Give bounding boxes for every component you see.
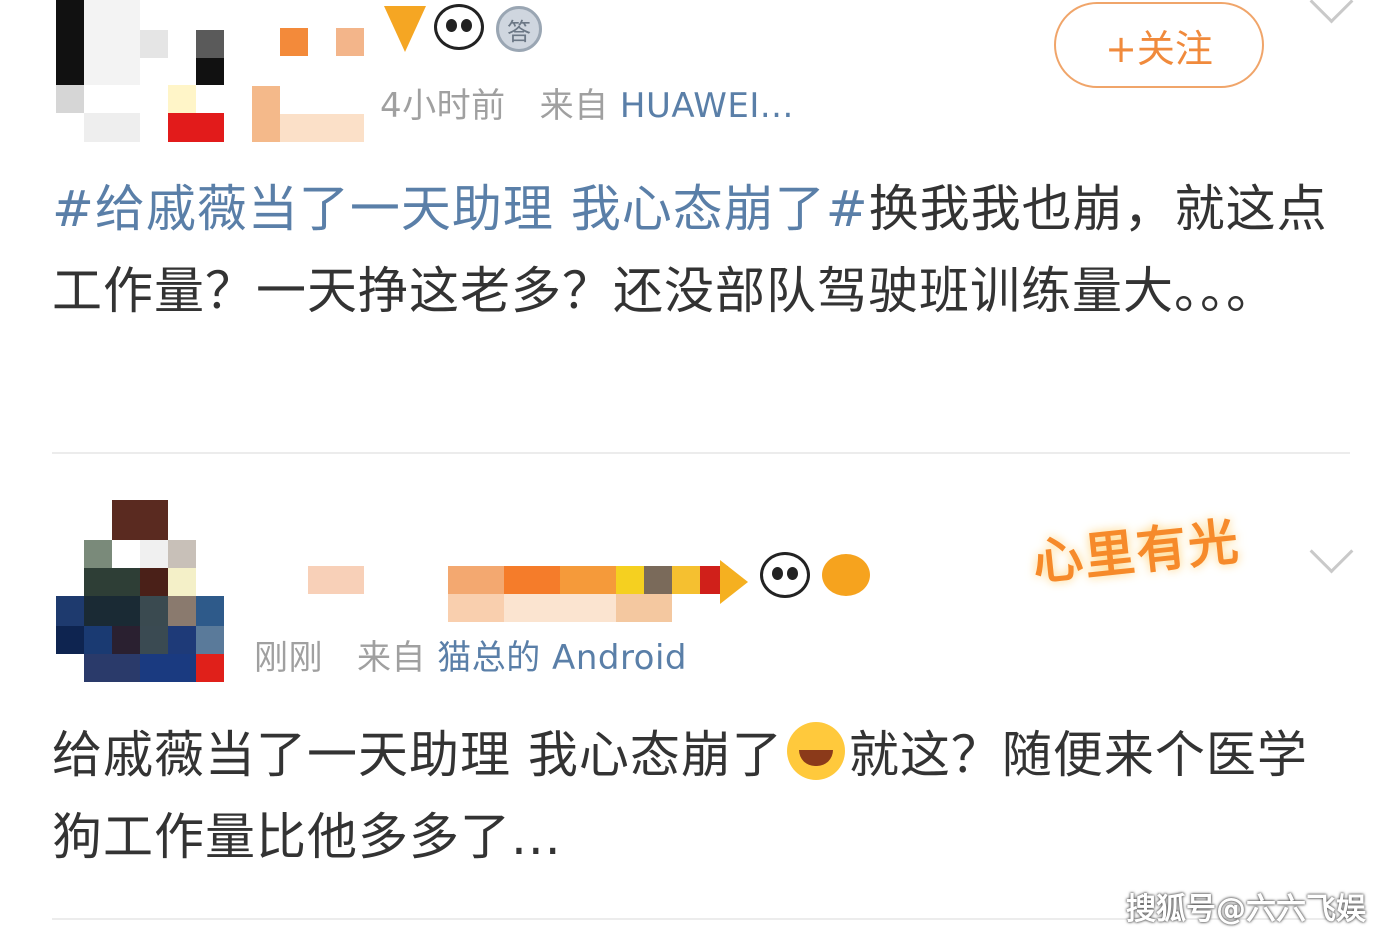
medal-icon: 答 bbox=[496, 6, 542, 52]
from-label: 来自 bbox=[539, 86, 609, 126]
fish-icon bbox=[822, 554, 870, 596]
laughing-crying-emoji-icon bbox=[786, 722, 845, 780]
follow-button[interactable]: +关注 bbox=[1054, 2, 1264, 88]
badge-label: 心里有光 bbox=[1029, 512, 1243, 592]
post-time: 刚刚 bbox=[254, 638, 323, 678]
panda-icon bbox=[760, 552, 810, 598]
post-body: #给戚薇当了一天助理 我心态崩了#换我我也崩，就这点工作量？一天挣这老多？还没部… bbox=[52, 168, 1352, 332]
post-time: 4小时前 bbox=[380, 86, 506, 126]
heart-light-badge: 心里有光 bbox=[1000, 470, 1300, 610]
username[interactable] bbox=[308, 566, 728, 622]
topic-link[interactable]: #给戚薇当了一天助理 我心态崩了# bbox=[52, 180, 869, 238]
medal-label: 答 bbox=[507, 17, 531, 46]
chevron-down-icon[interactable] bbox=[1309, 529, 1354, 574]
divider bbox=[52, 452, 1350, 454]
v-badge-icon bbox=[384, 6, 426, 52]
post-meta: 刚刚 来自 猫总的 Android bbox=[254, 630, 687, 679]
avatar[interactable] bbox=[56, 500, 226, 682]
post-meta: 4小时前 来自 HUAWEI... bbox=[380, 78, 794, 127]
from-label: 来自 bbox=[356, 638, 426, 678]
panda-icon bbox=[434, 4, 484, 50]
device-link[interactable]: HUAWEI... bbox=[620, 86, 794, 126]
device-link[interactable]: 猫总的 Android bbox=[437, 638, 687, 678]
avatar[interactable] bbox=[56, 0, 226, 142]
chevron-down-icon[interactable] bbox=[1309, 0, 1354, 24]
username[interactable] bbox=[252, 28, 372, 142]
post-body-text: 给戚薇当了一天助理 我心态崩了 bbox=[52, 726, 783, 784]
post-body: 给戚薇当了一天助理 我心态崩了 就这？随便来个医学狗工作量比他多多了... bbox=[52, 714, 1352, 878]
watermark: 搜狐号@六六飞娱 bbox=[1126, 892, 1366, 927]
chevron-right-icon bbox=[720, 560, 748, 604]
